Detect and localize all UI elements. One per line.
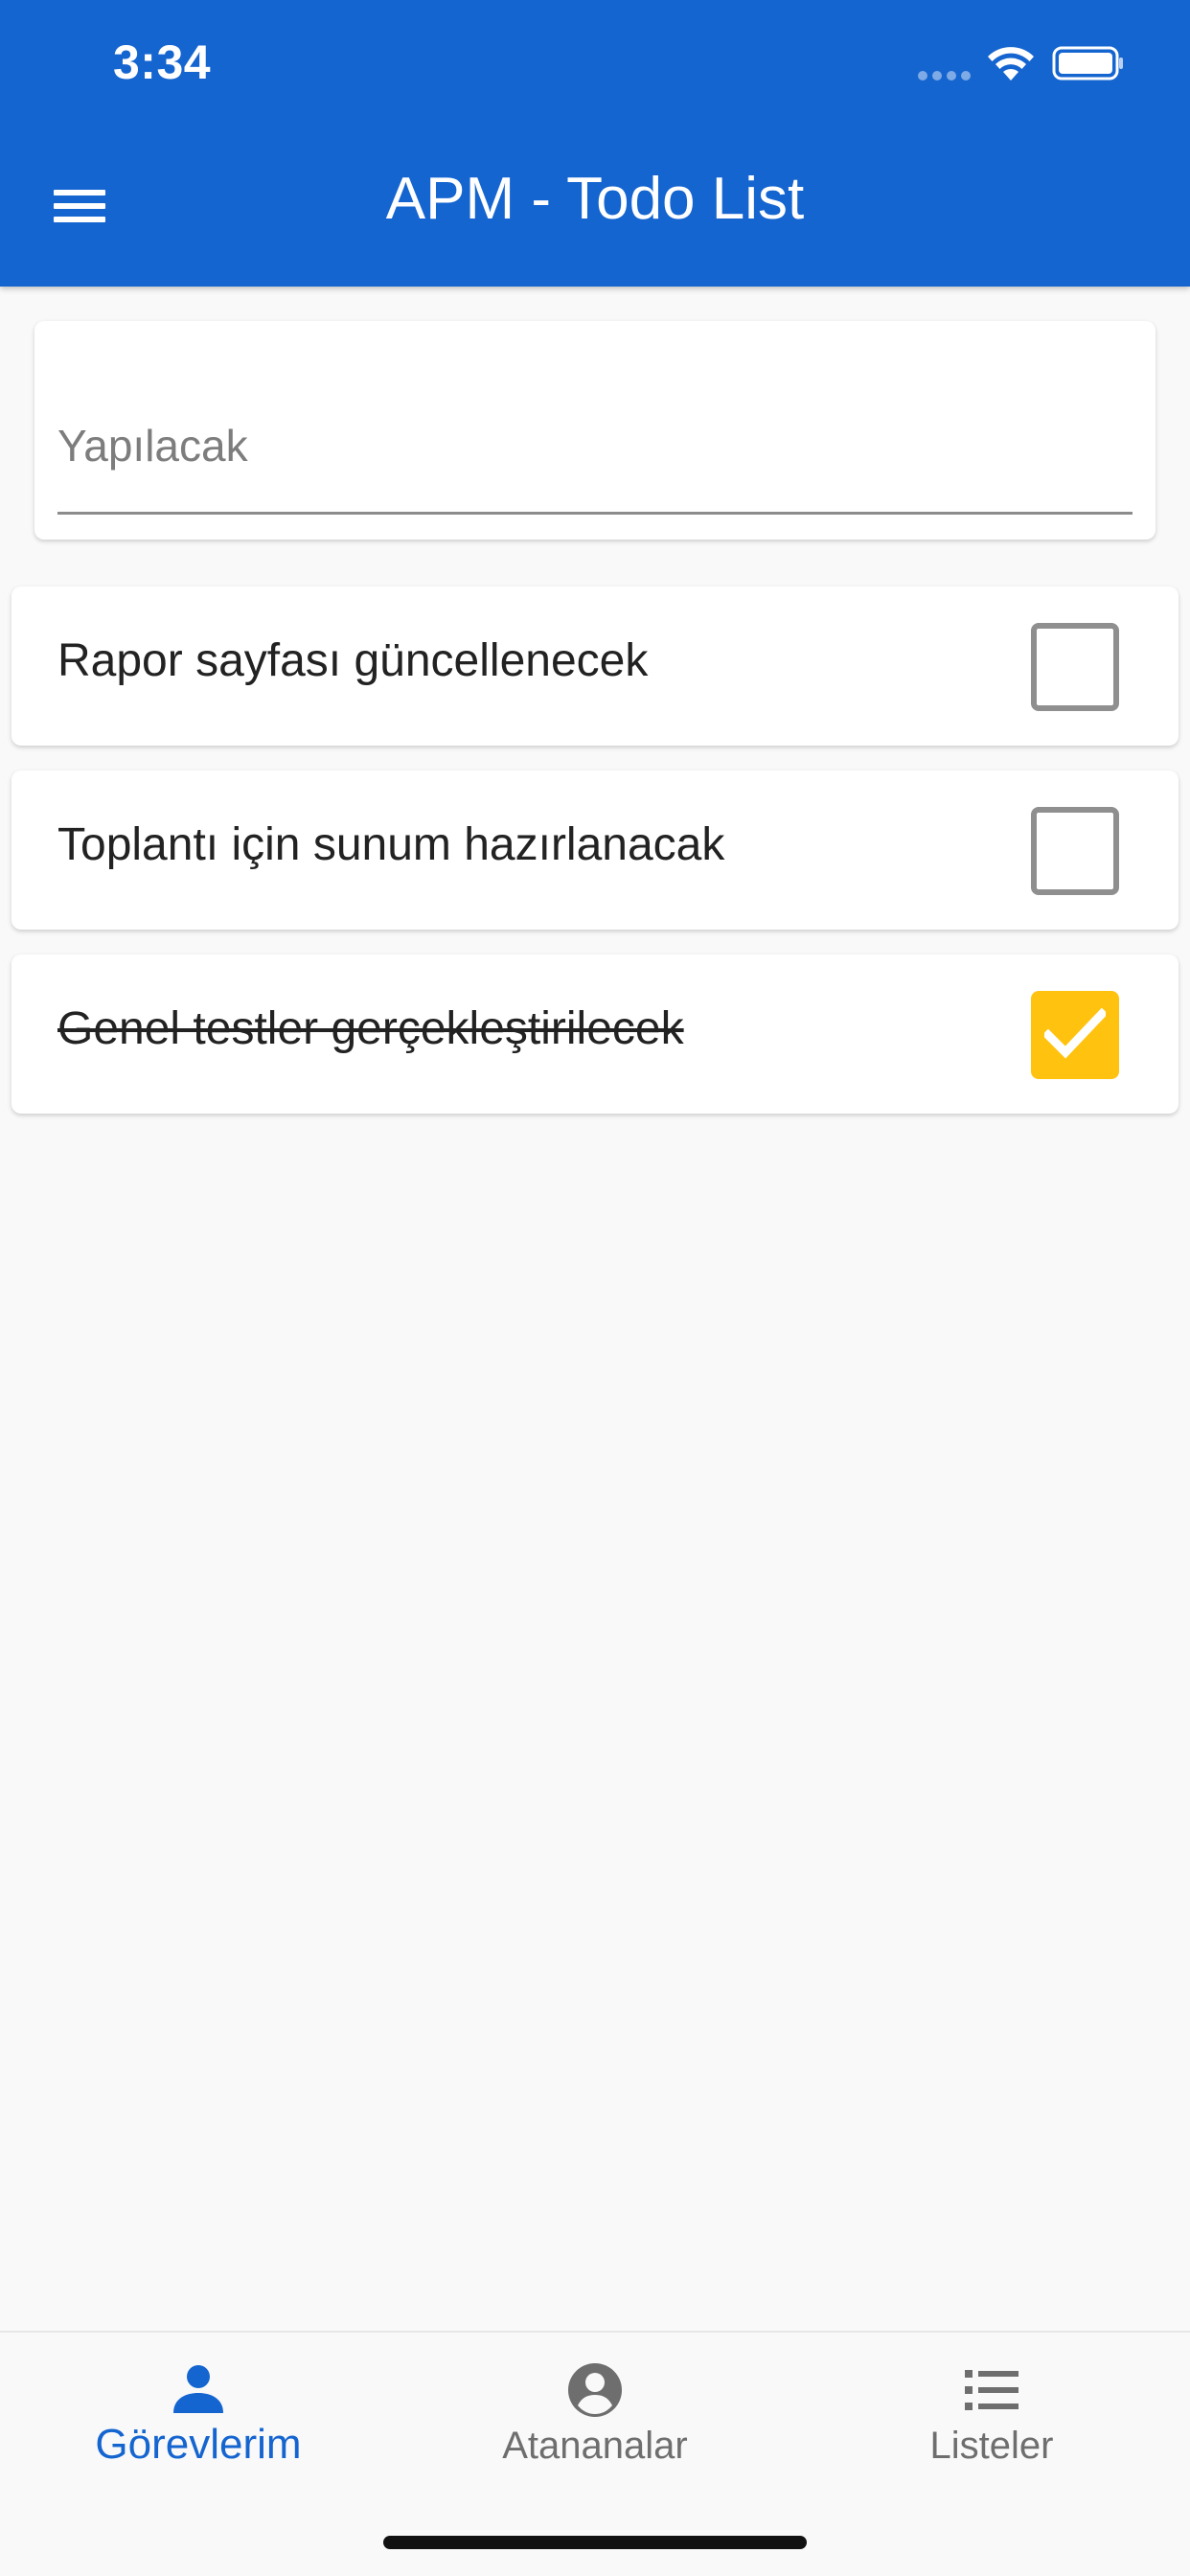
tab-atananalar[interactable]: Atananalar bbox=[397, 2333, 793, 2524]
list-icon bbox=[965, 2370, 1018, 2410]
task-text: Rapor sayfası güncellenecek bbox=[57, 635, 649, 686]
task-checkbox[interactable] bbox=[1031, 623, 1119, 711]
cellular-signal-icon bbox=[918, 71, 972, 80]
wifi-icon bbox=[988, 47, 1034, 80]
task-item: Rapor sayfası güncellenecek bbox=[11, 586, 1179, 746]
task-checkbox[interactable] bbox=[1031, 807, 1119, 895]
new-task-card bbox=[34, 321, 1156, 540]
task-text: Genel testler gerçekleştirilecek bbox=[57, 1003, 684, 1054]
home-indicator[interactable] bbox=[383, 2536, 807, 2549]
tab-label: Görevlerim bbox=[95, 2421, 302, 2468]
task-item: Toplantı için sunum hazırlanacak bbox=[11, 770, 1179, 930]
account-circle-icon bbox=[568, 2363, 622, 2417]
checkmark-icon bbox=[1044, 1008, 1106, 1059]
task-text: Toplantı için sunum hazırlanacak bbox=[57, 819, 725, 870]
tab-label: Atananalar bbox=[502, 2425, 688, 2467]
app-header: 3:34 APM - Todo List bbox=[0, 0, 1190, 287]
new-task-input[interactable] bbox=[57, 398, 1133, 515]
tab-listeler[interactable]: Listeler bbox=[793, 2333, 1190, 2524]
tab-label: Listeler bbox=[929, 2425, 1054, 2467]
task-item: Genel testler gerçekleştirilecek bbox=[11, 954, 1179, 1114]
battery-icon bbox=[1052, 46, 1123, 80]
tab-gorevlerim[interactable]: Görevlerim bbox=[0, 2333, 397, 2524]
person-icon bbox=[173, 2365, 223, 2413]
task-checkbox[interactable] bbox=[1031, 991, 1119, 1079]
app-screen: 3:34 APM - Todo List Rapor sayfası günce… bbox=[0, 0, 1190, 2576]
status-time: 3:34 bbox=[113, 35, 212, 89]
page-title: APM - Todo List bbox=[385, 166, 805, 232]
